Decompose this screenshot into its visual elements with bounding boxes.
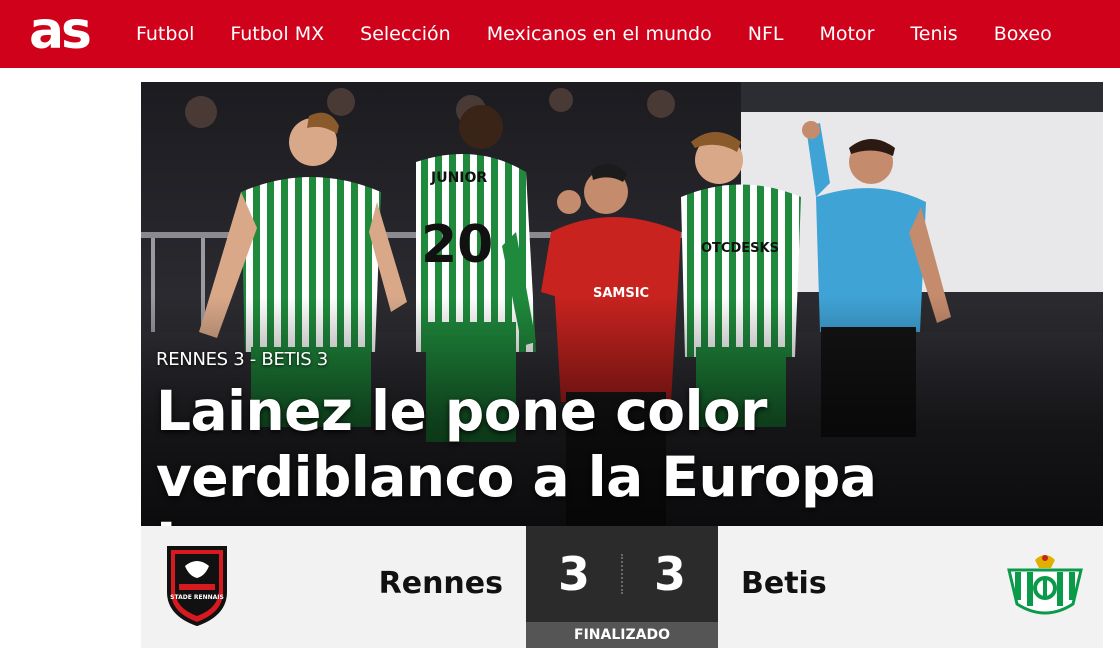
hero-kicker: RENNES 3 - BETIS 3	[156, 349, 328, 370]
match-status-badge: FINALIZADO	[526, 622, 718, 648]
nav-item-futbol-mx[interactable]: Futbol MX	[212, 0, 342, 68]
home-score: 3	[557, 547, 590, 601]
shirt-name: JUNIOR	[430, 170, 487, 186]
top-navigation-bar: as Futbol Futbol MX Selección Mexicanos …	[0, 0, 1120, 68]
sponsor-away-text: OTCDESKS	[701, 241, 779, 256]
real-betis-crest-icon	[1007, 555, 1083, 615]
shirt-number: 20	[421, 215, 493, 275]
as-logo[interactable]: as	[0, 0, 118, 68]
crest-home-text: STADE RENNAIS	[170, 594, 224, 601]
nav-item-futbol[interactable]: Futbol	[118, 0, 212, 68]
away-score: 3	[653, 547, 686, 601]
nav-item-motor[interactable]: Motor	[801, 0, 892, 68]
logo-text: as	[28, 1, 92, 61]
nav-item-nfl[interactable]: NFL	[730, 0, 802, 68]
match-scoreboard[interactable]: STADE RENNAIS Rennes 3 3 FINALIZADO Beti…	[141, 526, 1103, 648]
main-nav: Futbol Futbol MX Selección Mexicanos en …	[118, 0, 1070, 68]
stade-rennais-crest-icon: STADE RENNAIS	[167, 546, 227, 626]
hero-headline[interactable]: Lainez le pone color verdiblanco a la Eu…	[156, 378, 1096, 526]
score-divider	[621, 554, 623, 594]
nav-item-boxeo[interactable]: Boxeo	[976, 0, 1070, 68]
home-team-name[interactable]: Rennes	[379, 566, 503, 601]
away-team-name[interactable]: Betis	[741, 566, 827, 601]
nav-item-tenis[interactable]: Tenis	[892, 0, 975, 68]
nav-item-mexicanos-en-el-mundo[interactable]: Mexicanos en el mundo	[469, 0, 730, 68]
hero-article[interactable]: 20 JUNIOR SAMSIC OTCDESKS RENNES 3 - BET…	[141, 82, 1103, 526]
scorebox: 3 3 FINALIZADO	[526, 526, 718, 648]
nav-item-seleccion[interactable]: Selección	[342, 0, 469, 68]
